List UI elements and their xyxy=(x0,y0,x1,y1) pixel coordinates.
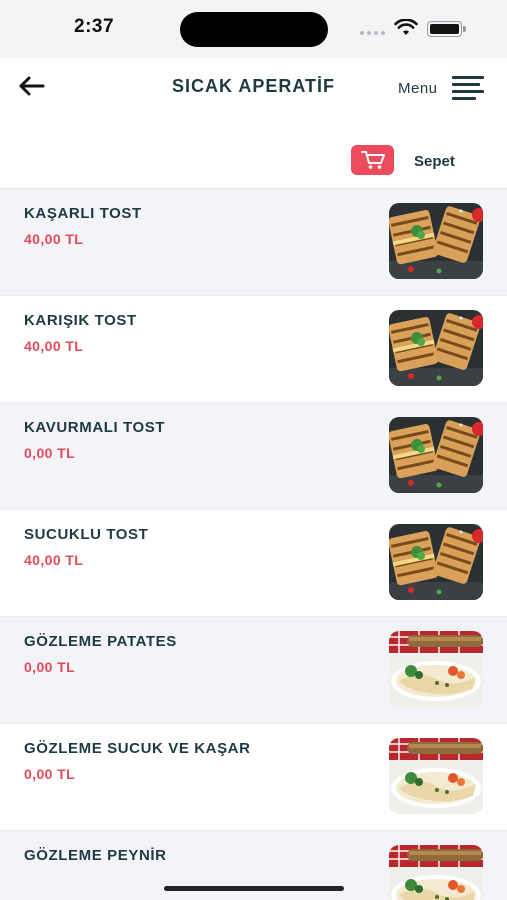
wifi-icon xyxy=(394,18,418,42)
home-indicator xyxy=(164,886,344,891)
menu-label: Menu xyxy=(398,79,438,97)
product-price: 0,00 TL xyxy=(24,659,76,675)
menu-button[interactable]: Menu xyxy=(398,76,484,100)
shopping-cart-icon xyxy=(360,151,385,169)
product-image xyxy=(389,631,483,707)
cart-label[interactable]: Sepet xyxy=(414,153,455,170)
product-item[interactable]: GÖZLEME PATATES 0,00 TL xyxy=(0,617,507,724)
product-name: GÖZLEME SUCUK VE KAŞAR xyxy=(24,740,251,757)
product-name: GÖZLEME PEYNİR xyxy=(24,847,167,864)
cellular-signal-icon xyxy=(360,31,385,35)
product-image xyxy=(389,417,483,493)
product-image xyxy=(389,524,483,600)
hamburger-menu-icon xyxy=(451,76,484,100)
product-image xyxy=(389,203,483,279)
product-price: 0,00 TL xyxy=(24,766,76,782)
product-name: KAŞARLI TOST xyxy=(24,205,142,222)
product-item[interactable]: KARIŞIK TOST 40,00 TL xyxy=(0,296,507,403)
cart-button[interactable] xyxy=(351,145,394,175)
product-name: GÖZLEME PATATES xyxy=(24,633,177,650)
product-price: 40,00 TL xyxy=(24,231,84,247)
product-image xyxy=(389,845,483,900)
dynamic-island xyxy=(180,12,328,47)
status-bar: 2:37 xyxy=(0,0,507,58)
product-price: 40,00 TL xyxy=(24,338,84,354)
product-name: SUCUKLU TOST xyxy=(24,526,149,543)
header: SICAK APERATİF Menu Sepet xyxy=(0,58,507,188)
status-time: 2:37 xyxy=(74,16,115,37)
product-image xyxy=(389,310,483,386)
battery-icon xyxy=(427,21,462,37)
product-price: 0,00 TL xyxy=(24,445,76,461)
product-item[interactable]: KAŞARLI TOST 40,00 TL xyxy=(0,189,507,296)
product-list: KAŞARLI TOST 40,00 TL KARIŞIK TOST 40,00… xyxy=(0,188,507,900)
product-name: KARIŞIK TOST xyxy=(24,312,137,329)
product-item[interactable]: KAVURMALI TOST 0,00 TL xyxy=(0,403,507,510)
product-item[interactable]: GÖZLEME SUCUK VE KAŞAR 0,00 TL xyxy=(0,724,507,831)
battery-tip xyxy=(463,26,466,32)
product-item[interactable]: SUCUKLU TOST 40,00 TL xyxy=(0,510,507,617)
product-name: KAVURMALI TOST xyxy=(24,419,166,436)
product-price: 40,00 TL xyxy=(24,552,84,568)
product-image xyxy=(389,738,483,814)
